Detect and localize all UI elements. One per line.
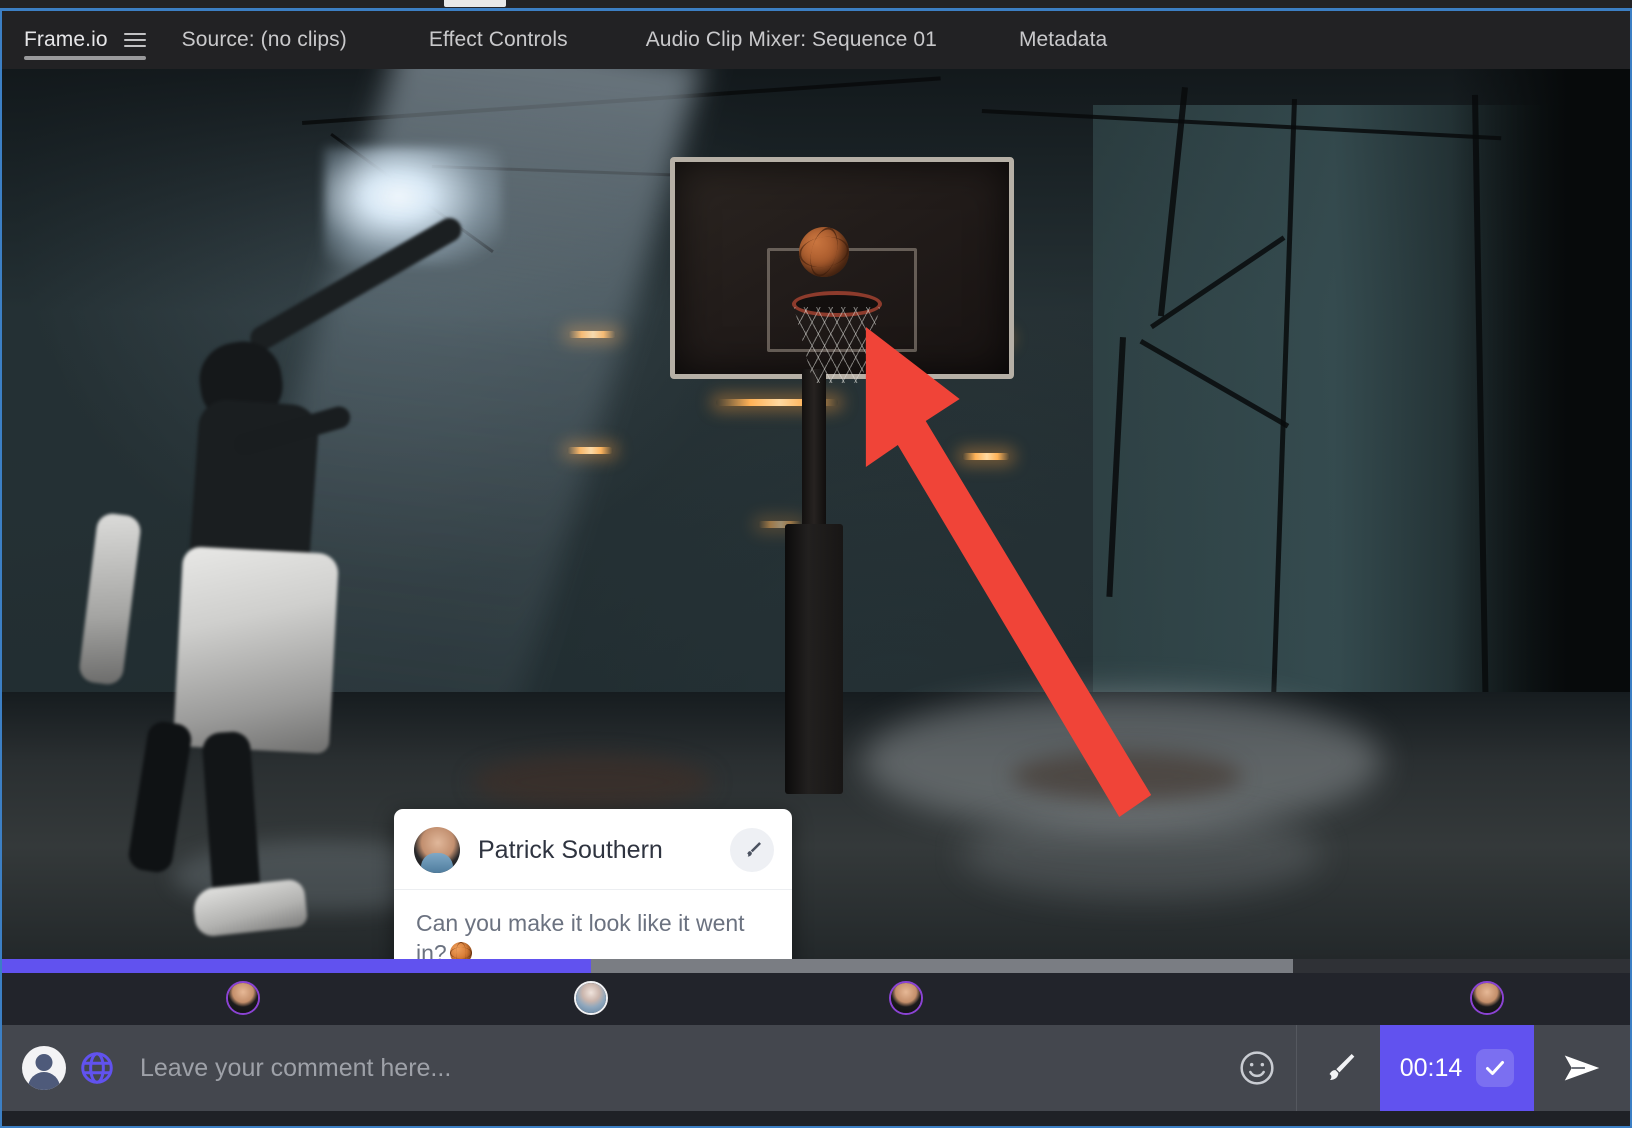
comment-marker-2[interactable] xyxy=(574,981,609,1015)
send-icon[interactable] xyxy=(1534,1025,1630,1111)
smiley-icon-glyph xyxy=(1240,1051,1274,1085)
video-viewer[interactable]: Patrick Southern Can you make it look li… xyxy=(2,69,1630,959)
comment-marker-4[interactable] xyxy=(1469,981,1504,1015)
tab-effect-controls-label: Effect Controls xyxy=(428,28,568,51)
strip-light xyxy=(567,447,613,454)
tab-audio-clip-mixer[interactable]: Audio Clip Mixer: Sequence 01 xyxy=(646,11,937,69)
comment-body: Can you make it look like it went in? xyxy=(394,890,792,959)
tab-audio-clip-mixer-label: Audio Clip Mixer: Sequence 01 xyxy=(645,28,937,51)
brush-icon-glyph xyxy=(747,842,761,857)
avatar xyxy=(414,827,460,873)
hoop-neck xyxy=(802,369,826,529)
host-app-strip xyxy=(0,0,1632,8)
player-back-leg xyxy=(126,719,194,875)
comment-marker-strip xyxy=(2,973,1630,1025)
basketball-emoji xyxy=(449,942,472,959)
comment-callout-header: Patrick Southern xyxy=(394,809,792,890)
app-root: Frame.io Source: (no clips) Effect Contr… xyxy=(0,0,1632,1128)
comment-author-name: Patrick Southern xyxy=(478,835,663,864)
hamburger-icon[interactable] xyxy=(123,33,146,47)
tab-effect-controls[interactable]: Effect Controls xyxy=(429,11,568,69)
check-icon-glyph xyxy=(1486,1061,1505,1075)
comment-marker-1[interactable] xyxy=(225,981,260,1015)
tab-frame-io-label: Frame.io xyxy=(24,28,108,51)
comment-input-placeholder: Leave your comment here... xyxy=(140,1053,452,1082)
floor-light-pool xyxy=(962,809,1322,899)
tab-metadata-label: Metadata xyxy=(1018,28,1108,51)
comment-input-bar: Leave your comment here... 00:14 xyxy=(2,1025,1630,1111)
player-sleeve xyxy=(77,511,143,687)
basketball xyxy=(799,227,849,277)
globe-icon-glyph xyxy=(81,1052,113,1084)
strip-light xyxy=(568,331,616,338)
avatar-body xyxy=(28,1072,60,1090)
globe-icon[interactable] xyxy=(66,1025,128,1111)
brush-icon[interactable] xyxy=(730,828,774,872)
avatar[interactable] xyxy=(22,1046,66,1090)
timestamp-label: 00:14 xyxy=(1399,1053,1463,1082)
avatar-head xyxy=(35,1054,53,1071)
avatar xyxy=(1471,983,1502,1013)
tab-frame-io[interactable]: Frame.io xyxy=(24,11,146,69)
floor-stain xyxy=(472,755,712,809)
strip-light xyxy=(962,453,1010,460)
brush-icon[interactable] xyxy=(1296,1025,1380,1111)
comment-input[interactable]: Leave your comment here... xyxy=(128,1025,1218,1111)
brush-icon-glyph xyxy=(1329,1054,1354,1080)
scrubber-played xyxy=(2,959,592,973)
video-scrubber[interactable] xyxy=(2,959,1630,973)
tab-source[interactable]: Source: (no clips) xyxy=(182,11,347,69)
floor-stain xyxy=(1012,751,1242,801)
send-icon-glyph xyxy=(1564,1055,1600,1081)
timestamp-toggle[interactable]: 00:14 xyxy=(1380,1025,1534,1111)
check-icon[interactable] xyxy=(1476,1049,1515,1087)
frameio-panel: Frame.io Source: (no clips) Effect Contr… xyxy=(0,8,1632,1128)
panel-tab-bar: Frame.io Source: (no clips) Effect Contr… xyxy=(2,11,1630,69)
hoop-post-padding xyxy=(785,524,843,794)
comment-callout[interactable]: Patrick Southern Can you make it look li… xyxy=(394,809,792,959)
tab-metadata[interactable]: Metadata xyxy=(1019,11,1107,69)
avatar xyxy=(890,983,921,1013)
comment-marker-3[interactable] xyxy=(888,981,923,1015)
host-tab-nub[interactable] xyxy=(444,0,506,7)
avatar xyxy=(227,983,258,1013)
tab-active-underline xyxy=(24,56,146,60)
smiley-icon[interactable] xyxy=(1218,1025,1296,1111)
tab-source-label: Source: (no clips) xyxy=(181,28,347,51)
current-user-avatar-wrap xyxy=(2,1025,66,1111)
player-shoe xyxy=(191,878,309,938)
panel-bottom-strip xyxy=(2,1111,1630,1126)
avatar xyxy=(576,983,607,1013)
player-shorts xyxy=(172,546,340,754)
